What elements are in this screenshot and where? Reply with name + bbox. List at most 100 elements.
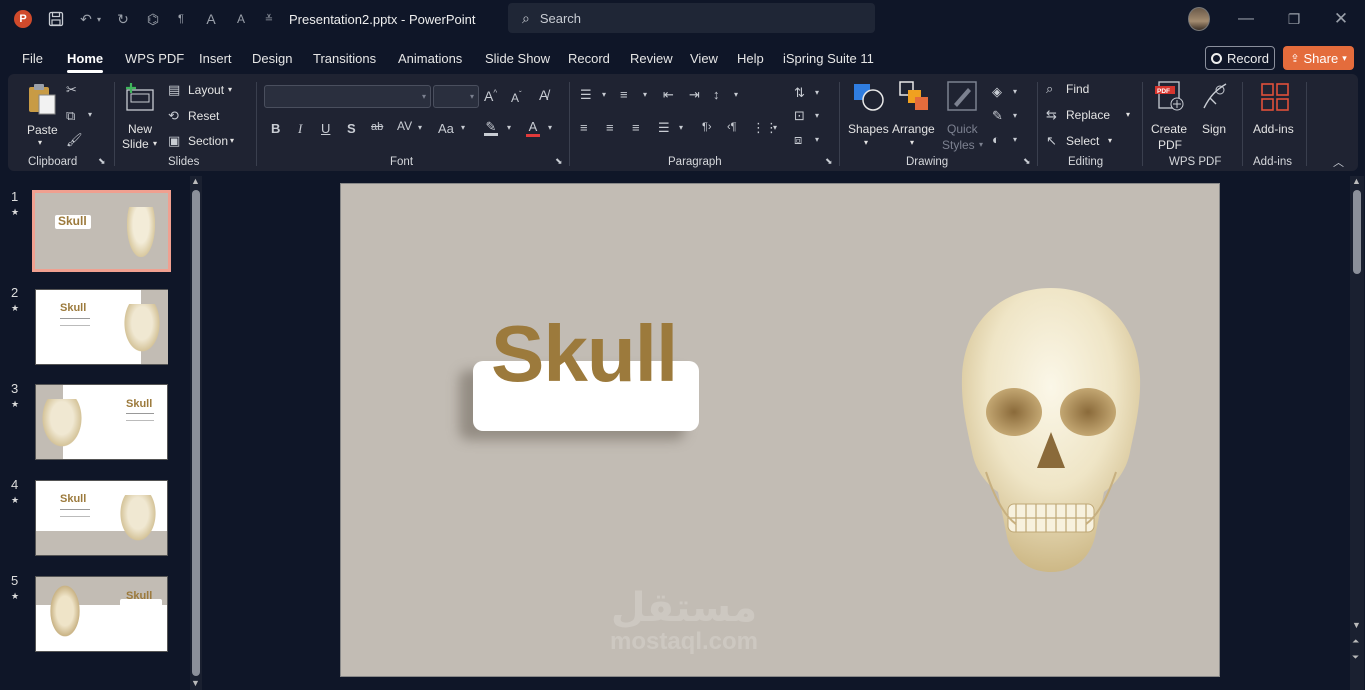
ltr-icon[interactable]: ¶› <box>702 121 712 133</box>
arrange-button[interactable]: Arrange ▾ <box>890 80 938 152</box>
line-spacing-icon[interactable]: ↕ <box>713 87 720 102</box>
font-color-icon[interactable]: A <box>526 119 540 137</box>
minimize-icon[interactable]: — <box>1235 8 1257 30</box>
tab-slide-show[interactable]: Slide Show <box>485 51 550 66</box>
shape-effects-icon[interactable]: ◐ <box>992 132 1000 147</box>
new-slide-button[interactable]: New Slide ▾ <box>120 80 162 152</box>
shape-outline-icon[interactable]: ✎ <box>992 108 1003 124</box>
layout-button[interactable]: ▤ Layout ▾ <box>168 82 248 100</box>
format-painter-icon[interactable]: 🖌 <box>66 132 83 148</box>
clear-formatting-icon[interactable]: A̸ <box>539 87 548 103</box>
align-center-icon[interactable]: ≡ <box>606 120 614 135</box>
strikethrough-icon[interactable]: ab <box>371 121 383 133</box>
smartart-dropdown-icon[interactable]: ▾ <box>815 135 819 144</box>
bold-icon[interactable]: B <box>271 121 280 136</box>
bullets-icon[interactable]: ☰ <box>580 87 592 103</box>
scroll-down-icon[interactable]: ▼ <box>191 678 200 688</box>
slide-scrollbar[interactable]: ▲ ▼ ⏶ ⏷ <box>1350 176 1364 690</box>
align-text-icon[interactable]: ⊡ <box>794 108 805 124</box>
italic-icon[interactable]: I <box>298 121 302 137</box>
slide-thumbnail-4[interactable]: Skull <box>35 480 168 556</box>
rtl-paragraph-icon[interactable]: ¶ <box>170 8 192 30</box>
decrease-font-icon[interactable]: A <box>230 8 252 30</box>
slide-thumbnail-3[interactable]: Skull <box>35 384 168 460</box>
increase-indent-icon[interactable]: ⇥ <box>689 87 700 103</box>
change-case-icon[interactable]: Aa <box>438 121 454 136</box>
shape-effects-dropdown-icon[interactable]: ▾ <box>1013 135 1017 144</box>
numbering-icon[interactable]: ≡ <box>620 87 628 102</box>
addins-button[interactable]: Add-ins <box>1250 80 1300 152</box>
columns-dropdown-icon[interactable]: ▾ <box>773 123 777 132</box>
skull-image[interactable] <box>946 282 1156 612</box>
tab-file[interactable]: File <box>22 51 43 66</box>
cut-icon[interactable]: ✂ <box>66 82 77 98</box>
tab-view[interactable]: View <box>690 51 718 66</box>
restore-icon[interactable]: ❐ <box>1283 8 1305 30</box>
tab-design[interactable]: Design <box>252 51 292 66</box>
previous-slide-icon[interactable]: ⏶ <box>1352 636 1359 647</box>
thumbnail-scrollbar[interactable]: ▲ ▼ <box>190 176 202 690</box>
character-spacing-dropdown-icon[interactable]: ▾ <box>418 123 422 132</box>
justify-dropdown-icon[interactable]: ▾ <box>679 123 683 132</box>
grow-font-icon[interactable]: A^ <box>484 88 497 104</box>
undo-dropdown-icon[interactable]: ▾ <box>93 8 105 30</box>
shape-fill-icon[interactable]: ◈ <box>992 84 1002 100</box>
collapse-ribbon-icon[interactable]: ︿ <box>1333 154 1344 170</box>
shapes-button[interactable]: Shapes ▾ <box>846 80 890 152</box>
font-size-dropdown[interactable]: ▾ <box>433 85 479 108</box>
save-icon[interactable] <box>45 8 67 30</box>
replace-button[interactable]: ⇆ Replace ▾ <box>1046 107 1136 125</box>
slide-thumbnail-1[interactable]: Skull <box>32 190 171 272</box>
align-left-icon[interactable]: ≡ <box>580 120 588 135</box>
scroll-down-icon[interactable]: ▼ <box>1352 620 1361 630</box>
increase-font-icon[interactable]: A <box>200 8 222 30</box>
tab-help[interactable]: Help <box>737 51 764 66</box>
align-text-dropdown-icon[interactable]: ▾ <box>815 111 819 120</box>
slide-thumbnail-2[interactable]: Skull <box>35 289 168 365</box>
paragraph-launcher-icon[interactable]: ⬊ <box>825 156 833 167</box>
copy-icon[interactable]: ⧉ <box>66 108 75 124</box>
redo-icon[interactable]: ↻ <box>112 8 134 30</box>
next-slide-icon[interactable]: ⏷ <box>1352 652 1359 663</box>
shape-fill-dropdown-icon[interactable]: ▾ <box>1013 87 1017 96</box>
reset-button[interactable]: ⟲ Reset <box>168 108 238 126</box>
shrink-font-icon[interactable]: Aˇ <box>511 90 522 105</box>
text-direction-dropdown-icon[interactable]: ▾ <box>815 88 819 97</box>
line-spacing-dropdown-icon[interactable]: ▾ <box>734 90 738 99</box>
smartart-icon[interactable]: ⧈ <box>794 132 802 148</box>
numbering-dropdown-icon[interactable]: ▾ <box>643 90 647 99</box>
close-icon[interactable]: ✕ <box>1330 8 1352 30</box>
bullets-dropdown-icon[interactable]: ▾ <box>602 90 606 99</box>
tab-ispring[interactable]: iSpring Suite 11 <box>783 51 874 66</box>
shadow-icon[interactable]: S <box>347 121 356 136</box>
tab-animations[interactable]: Animations <box>398 51 462 66</box>
scroll-thumb[interactable] <box>192 190 200 676</box>
paste-button[interactable]: Paste ▾ <box>24 80 60 150</box>
text-direction-icon[interactable]: ⇅ <box>794 85 805 101</box>
scroll-up-icon[interactable]: ▲ <box>1352 176 1361 186</box>
record-button[interactable]: Record <box>1205 46 1275 70</box>
create-pdf-button[interactable]: PDF Create PDF <box>1149 80 1191 152</box>
slide-title[interactable]: Skull <box>491 314 678 394</box>
sign-button[interactable]: Sign <box>1198 80 1232 152</box>
rtl-icon[interactable]: ‹¶ <box>727 121 737 133</box>
clipboard-launcher-icon[interactable]: ⬊ <box>98 156 106 167</box>
tab-home[interactable]: Home <box>67 51 104 73</box>
select-button[interactable]: ↖ Select ▾ <box>1046 133 1126 151</box>
customize-toolbar-icon[interactable]: ≚ <box>258 8 280 30</box>
scroll-up-icon[interactable]: ▲ <box>191 176 200 186</box>
slide-thumbnail-5[interactable]: Skull <box>35 576 168 652</box>
underline-icon[interactable]: U <box>321 121 330 136</box>
user-avatar[interactable] <box>1188 7 1210 31</box>
justify-icon[interactable]: ☰ <box>658 120 670 136</box>
highlight-icon[interactable]: ✎ <box>484 119 498 136</box>
tab-transitions[interactable]: Transitions <box>313 51 376 66</box>
align-right-icon[interactable]: ≡ <box>632 120 640 135</box>
slide-canvas[interactable]: Skull مستقل mostaql.com <box>340 183 1220 677</box>
scroll-thumb[interactable] <box>1353 190 1361 274</box>
find-button[interactable]: ⌕ Find <box>1046 81 1116 99</box>
drawing-launcher-icon[interactable]: ⬊ <box>1023 156 1031 167</box>
share-button[interactable]: ⇪ Share ▾ <box>1283 46 1354 70</box>
tab-record[interactable]: Record <box>568 51 610 66</box>
search-box[interactable]: ⌕ Search <box>508 3 875 33</box>
